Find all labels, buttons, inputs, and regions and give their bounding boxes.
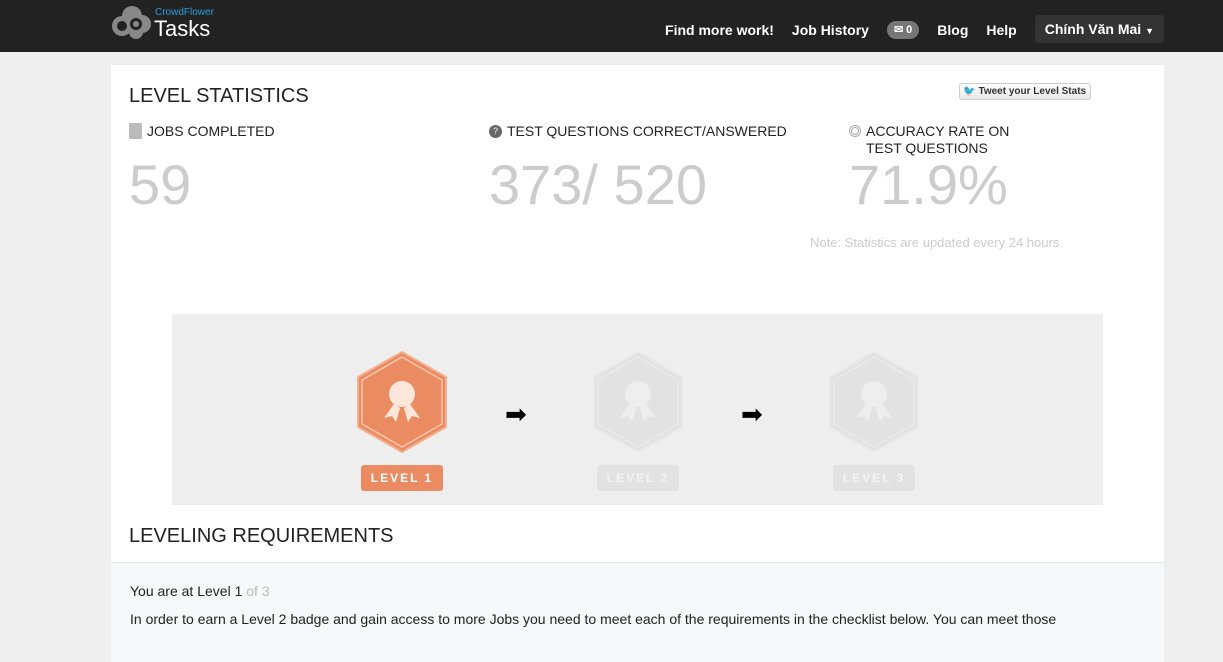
award-badge-icon: [829, 350, 919, 454]
jobs-label: JOBS COMPLETED: [147, 123, 275, 139]
level-3-label: LEVEL 3: [833, 465, 915, 491]
tweet-label: Tweet your Level Stats: [978, 86, 1087, 97]
arrow-right-icon: ➡: [505, 399, 527, 429]
arrow-right-icon: ➡: [741, 399, 763, 429]
nav-help[interactable]: Help: [986, 22, 1016, 38]
nav-blog[interactable]: Blog: [937, 22, 968, 38]
award-badge-icon: [357, 351, 447, 453]
twitter-icon: 🐦: [963, 86, 976, 97]
jobs-completed-stat: JOBS COMPLETED 59: [129, 123, 275, 217]
logo[interactable]: CrowdFlower Tasks: [110, 4, 230, 44]
level-badges-panel: LEVEL 1 ➡ LEVEL 2 ➡ LEVEL 3: [172, 314, 1103, 505]
requirements-box: You are at Level 1 of 3 In order to earn…: [111, 562, 1164, 662]
clipboard-icon: [129, 123, 142, 139]
crowdflower-logo-icon: [112, 6, 151, 39]
question-icon: ?: [489, 125, 502, 138]
badge-level-2: LEVEL 2: [590, 350, 686, 491]
tq-value: 373/ 520: [489, 153, 707, 216]
level-1-label: LEVEL 1: [361, 465, 443, 491]
level-2-label: LEVEL 2: [597, 465, 679, 491]
nav-find-work[interactable]: Find more work!: [665, 22, 774, 38]
nav-job-history[interactable]: Job History: [792, 22, 869, 38]
accuracy-stat: ACCURACY RATE ON TEST QUESTIONS 71.9%: [849, 123, 1009, 217]
envelope-icon: ✉: [893, 24, 904, 36]
tq-label: TEST QUESTIONS CORRECT/ANSWERED: [507, 123, 787, 139]
message-count: 0: [906, 23, 913, 36]
target-icon: [849, 125, 861, 137]
acc-label-1: ACCURACY RATE ON: [866, 123, 1010, 139]
navbar: CrowdFlower Tasks Find more work! Job Hi…: [0, 0, 1223, 52]
messages-button[interactable]: ✉ 0: [886, 20, 920, 39]
level-total: of 3: [242, 583, 270, 599]
badge-level-3: LEVEL 3: [826, 350, 922, 491]
requirements-text: In order to earn a Level 2 badge and gai…: [130, 611, 1057, 627]
page-title: LEVEL STATISTICS: [129, 85, 309, 107]
award-badge-icon: [593, 350, 683, 454]
tweet-button[interactable]: 🐦 Tweet your Level Stats: [959, 83, 1092, 100]
jobs-value: 59: [129, 153, 192, 216]
requirements-title: LEVELING REQUIREMENTS: [129, 525, 394, 547]
acc-value: 71.9%: [849, 153, 1008, 216]
user-menu[interactable]: Chính Văn Mai ▼: [1034, 15, 1164, 43]
stats-note: Note: Statistics are updated every 24 ho…: [810, 235, 1060, 250]
brand-name: Tasks: [154, 16, 211, 41]
caret-down-icon: ▼: [1145, 26, 1154, 36]
current-level: You are at Level 1: [130, 583, 243, 599]
test-questions-stat: ? TEST QUESTIONS CORRECT/ANSWERED 373/ 52…: [489, 123, 787, 217]
user-name: Chính Văn Mai: [1044, 21, 1142, 37]
badge-level-1: LEVEL 1: [354, 350, 450, 491]
level-stats-card: LEVEL STATISTICS 🐦 Tweet your Level Stats…: [111, 65, 1164, 662]
